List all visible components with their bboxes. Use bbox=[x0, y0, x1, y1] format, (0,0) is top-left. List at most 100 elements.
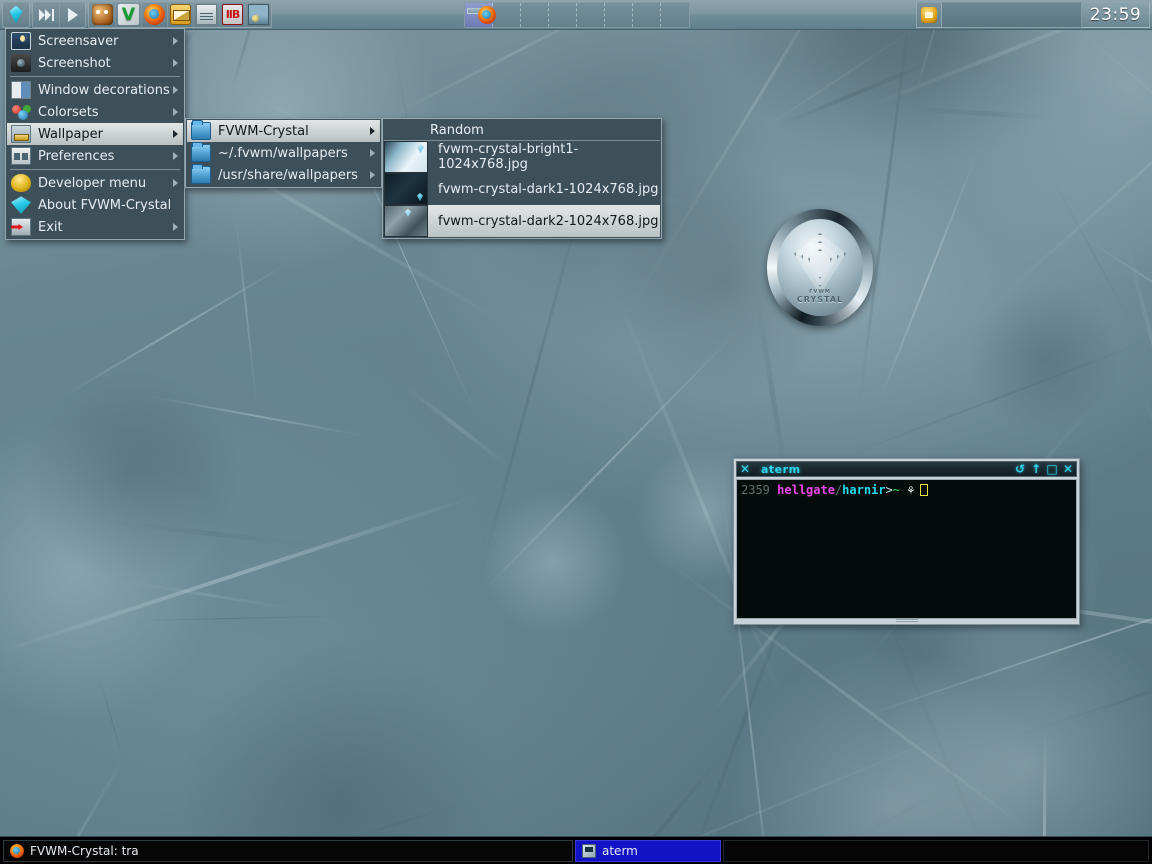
menu-item-exit[interactable]: Exit bbox=[7, 216, 183, 238]
menu-item-label: Window decorations bbox=[38, 82, 170, 98]
next-track-button[interactable] bbox=[33, 3, 59, 27]
wallpaper-icon bbox=[11, 125, 31, 143]
image-viewer-icon bbox=[248, 4, 269, 25]
preferences-icon bbox=[11, 147, 31, 165]
wallpaper-directories-menu[interactable]: FVWM-Crystal ~/.fvwm/wallpapers /usr/sha… bbox=[185, 118, 382, 188]
menu-item-label: ~/.fvwm/wallpapers bbox=[218, 145, 348, 161]
menu-item-label: Exit bbox=[38, 219, 63, 235]
aterm-window[interactable]: ✕ aterm ↺ ↑ □ ✕ 2359 hellgate/harnir>~ ⚘ bbox=[733, 458, 1080, 625]
pager-cell-7[interactable] bbox=[633, 3, 661, 27]
folder-icon bbox=[191, 164, 211, 184]
pager-cell-2[interactable] bbox=[493, 3, 521, 27]
resize-grip[interactable] bbox=[895, 619, 918, 622]
fvwm-crystal-desktop-logo: FVWM CRYSTAL bbox=[755, 205, 885, 330]
pager-cell-8[interactable] bbox=[661, 3, 689, 27]
launcher-group bbox=[88, 1, 272, 28]
maximize-button[interactable]: □ bbox=[1044, 462, 1060, 476]
menu-item-label: Wallpaper bbox=[38, 126, 104, 142]
menu-item-about-fvwm-crystal[interactable]: About FVWM-Crystal bbox=[7, 194, 183, 216]
menu-item-label: Screenshot bbox=[38, 55, 111, 71]
crystal-icon bbox=[11, 196, 31, 214]
pager-cell-1[interactable] bbox=[465, 3, 496, 27]
wallpaper-thumbnail bbox=[384, 205, 428, 237]
vim-icon bbox=[118, 4, 139, 25]
exit-icon bbox=[11, 218, 31, 236]
wallpaper-item-bright1[interactable]: fvwm-crystal-bright1-1024x768.jpg bbox=[384, 141, 660, 173]
menu-item-screensaver[interactable]: Screensaver bbox=[7, 30, 183, 52]
taskbar-item-fvwm-crystal[interactable]: FVWM-Crystal: tra bbox=[3, 839, 573, 862]
next-track-icon bbox=[38, 8, 54, 21]
chevron-right-icon bbox=[370, 149, 375, 157]
launcher-editor[interactable] bbox=[193, 2, 219, 27]
shade-button[interactable]: ↑ bbox=[1028, 462, 1044, 476]
badge-inner: FVWM CRYSTAL bbox=[777, 219, 863, 316]
wallpaper-files-menu[interactable]: Random fvwm-crystal-bright1-1024x768.jpg… bbox=[382, 118, 662, 239]
taskbar-item-aterm[interactable]: aterm bbox=[575, 839, 721, 862]
system-tray-well bbox=[942, 2, 1082, 28]
menu-item-label: FVWM-Crystal bbox=[218, 123, 309, 139]
menu-item-colorsets[interactable]: Colorsets bbox=[7, 101, 183, 123]
launcher-firefox[interactable] bbox=[141, 2, 167, 27]
notification-icon bbox=[921, 7, 937, 23]
stick-button[interactable]: ↺ bbox=[1012, 462, 1028, 476]
wallpaper-dir-home-fvwm[interactable]: ~/.fvwm/wallpapers bbox=[187, 142, 380, 164]
menu-item-label: Screensaver bbox=[38, 33, 119, 49]
chevron-right-icon bbox=[370, 127, 375, 135]
main-menu[interactable]: Screensaver Screenshot Window decoration… bbox=[5, 28, 185, 240]
wallpaper-random-option[interactable]: Random bbox=[384, 120, 660, 141]
launcher-xmms[interactable] bbox=[219, 2, 245, 27]
chevron-right-icon bbox=[173, 152, 178, 160]
chevron-right-icon bbox=[173, 179, 178, 187]
taskbar-empty-area[interactable] bbox=[723, 839, 1149, 862]
launcher-imageviewer[interactable] bbox=[245, 2, 271, 27]
window-deco-icon bbox=[11, 81, 31, 99]
menu-item-preferences[interactable]: Preferences bbox=[7, 145, 183, 167]
prompt-number: 2359 bbox=[741, 483, 770, 497]
desktop-pager[interactable] bbox=[464, 2, 690, 28]
shell-prompt: 2359 hellgate/harnir>~ ⚘ bbox=[741, 483, 1072, 497]
pager-cell-5[interactable] bbox=[577, 3, 605, 27]
pager-cell-6[interactable] bbox=[605, 3, 633, 27]
aterm-titlebar[interactable]: ✕ aterm ↺ ↑ □ ✕ bbox=[736, 461, 1077, 477]
chevron-right-icon bbox=[173, 37, 178, 45]
wallpaper-item-label: fvwm-crystal-dark1-1024x768.jpg bbox=[438, 181, 659, 197]
launcher-vim[interactable] bbox=[115, 2, 141, 27]
wallpaper-item-dark1[interactable]: fvwm-crystal-dark1-1024x768.jpg bbox=[384, 173, 660, 205]
launcher-mail[interactable] bbox=[167, 2, 193, 27]
prompt-directory: harnir bbox=[842, 483, 886, 497]
window-menu-close-icon[interactable]: ✕ bbox=[737, 462, 753, 476]
wallpaper-item-label: fvwm-crystal-dark2-1024x768.jpg bbox=[438, 213, 659, 229]
prompt-tilde: ~ bbox=[892, 483, 900, 497]
terminal-body[interactable]: 2359 hellgate/harnir>~ ⚘ bbox=[736, 479, 1077, 619]
menu-item-screenshot[interactable]: Screenshot bbox=[7, 52, 183, 74]
launcher-gimp[interactable] bbox=[89, 3, 115, 27]
terminal-icon bbox=[582, 843, 596, 858]
tray-notification-button[interactable] bbox=[916, 2, 942, 28]
wallpaper-item-dark2[interactable]: fvwm-crystal-dark2-1024x768.jpg bbox=[384, 205, 660, 237]
menu-item-label: About FVWM-Crystal bbox=[38, 197, 172, 213]
clock[interactable]: 23:59 bbox=[1082, 2, 1150, 28]
wallpaper-thumbnail bbox=[384, 141, 428, 173]
play-button[interactable] bbox=[59, 2, 85, 27]
taskbar-item-label: aterm bbox=[602, 843, 638, 858]
menu-item-wallpaper[interactable]: Wallpaper bbox=[7, 123, 183, 145]
hardhat-icon bbox=[11, 174, 31, 192]
pager-cell-3[interactable] bbox=[521, 3, 549, 27]
screensaver-icon bbox=[11, 32, 31, 50]
text-cursor bbox=[920, 484, 929, 496]
firefox-icon bbox=[478, 6, 496, 24]
face-icon bbox=[91, 4, 113, 25]
menu-item-window-decorations[interactable]: Window decorations bbox=[7, 79, 183, 101]
wallpaper-dir-usr-share[interactable]: /usr/share/wallpapers bbox=[187, 164, 380, 186]
close-button[interactable]: ✕ bbox=[1060, 462, 1076, 476]
crystal-logo-icon[interactable] bbox=[3, 3, 29, 27]
menu-item-label: /usr/share/wallpapers bbox=[218, 167, 358, 183]
window-buttons: ↺ ↑ □ ✕ bbox=[1012, 462, 1076, 476]
media-controls bbox=[32, 1, 86, 28]
menu-separator bbox=[10, 76, 180, 77]
wallpaper-dir-fvwm-crystal[interactable]: FVWM-Crystal bbox=[187, 120, 380, 142]
menu-item-developer-menu[interactable]: Developer menu bbox=[7, 172, 183, 194]
pager-cell-4[interactable] bbox=[549, 3, 577, 27]
chevron-right-icon bbox=[173, 86, 178, 94]
desktop[interactable]: 23:59 Screensaver Screenshot Window deco… bbox=[0, 0, 1152, 864]
